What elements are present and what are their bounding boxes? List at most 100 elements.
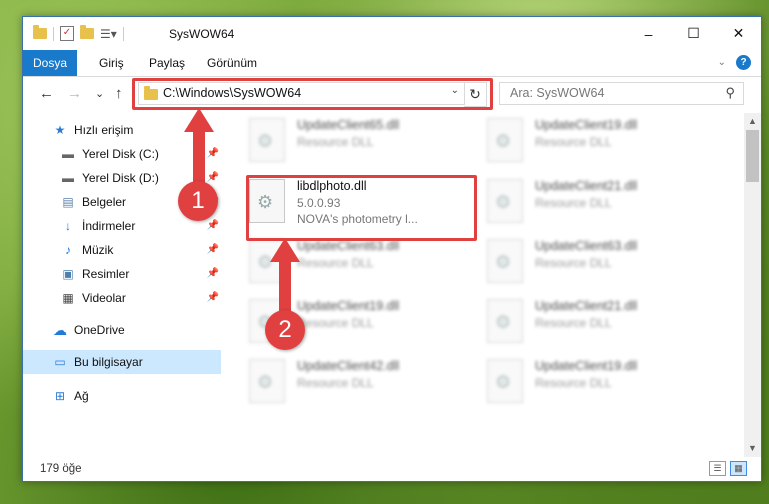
scroll-thumb[interactable] xyxy=(746,130,759,182)
tab-giris[interactable]: Giriş xyxy=(99,50,124,76)
expand-ribbon-icon[interactable]: ⌄ xyxy=(718,57,726,68)
file-name: UpdateClient65.dll xyxy=(297,118,400,132)
help-icon[interactable]: ? xyxy=(736,55,751,70)
file-list: UpdateClient65.dll Resource DLL libdlpho… xyxy=(223,113,738,457)
file-item[interactable]: UpdateClient63.dll Resource DLL xyxy=(487,239,717,289)
file-name: UpdateClient19.dll xyxy=(297,299,400,313)
sidebar-item-videos[interactable]: ▦ Videolar 📌 xyxy=(23,286,221,310)
ribbon-tabs: Dosya Giriş Paylaş Görünüm ⌄ ? xyxy=(23,50,761,77)
sidebar-item-onedrive[interactable]: ☁ OneDrive xyxy=(23,318,221,342)
close-button[interactable]: ✕ xyxy=(716,17,761,50)
sidebar-item-network[interactable]: ⊞ Ağ xyxy=(23,384,221,408)
toolbar-divider xyxy=(122,26,124,41)
window-title: SysWOW64 xyxy=(169,27,235,41)
properties-check-icon[interactable]: ✓ xyxy=(60,26,74,41)
sidebar-item-label: Yerel Disk (C:) xyxy=(82,147,159,161)
file-item[interactable]: UpdateClient19.dll Resource DLL xyxy=(487,359,717,409)
file-item[interactable]: UpdateClient21.dll Resource DLL xyxy=(487,299,717,349)
music-icon: ♪ xyxy=(65,243,71,257)
back-button[interactable]: ← xyxy=(39,85,54,102)
pin-icon: 📌 xyxy=(206,148,219,159)
cloud-icon: ☁ xyxy=(53,322,67,338)
file-item[interactable]: UpdateClient19.dll Resource DLL xyxy=(487,118,717,168)
sidebar-item-this-pc[interactable]: ▭ Bu bilgisayar xyxy=(23,350,221,374)
dll-file-icon xyxy=(249,239,285,283)
file-name: UpdateClient63.dll xyxy=(535,239,638,253)
file-name: UpdateClient19.dll xyxy=(535,359,638,373)
scroll-down-icon[interactable]: ▼ xyxy=(744,440,761,457)
file-type: Resource DLL xyxy=(297,256,374,270)
sidebar-item-quick-access[interactable]: ★ Hızlı erişim xyxy=(23,118,221,142)
customize-toolbar-icon[interactable]: ☰▾ xyxy=(100,27,117,41)
forward-button[interactable]: → xyxy=(67,85,82,102)
dll-file-icon xyxy=(487,179,523,223)
navigation-pane: ★ Hızlı erişim ▬ Yerel Disk (C:) 📌 ▬ Yer… xyxy=(23,113,221,457)
sidebar-item-disk-c[interactable]: ▬ Yerel Disk (C:) 📌 xyxy=(23,142,221,166)
sidebar-item-label: Ağ xyxy=(74,389,89,403)
file-item[interactable]: UpdateClient65.dll Resource DLL xyxy=(249,118,479,168)
step-badge-2: 2 xyxy=(265,310,305,350)
sidebar-item-label: Yerel Disk (D:) xyxy=(82,171,159,185)
search-placeholder: Ara: SysWOW64 xyxy=(510,86,605,100)
details-view-icon[interactable]: ☰ xyxy=(709,461,726,476)
file-name: UpdateClient63.dll xyxy=(297,239,400,253)
drive-icon: ▬ xyxy=(62,147,74,161)
tiles-view-icon[interactable]: ▦ xyxy=(730,461,747,476)
computer-icon: ▭ xyxy=(54,355,66,369)
minimize-button[interactable]: – xyxy=(626,17,671,50)
file-name: UpdateClient21.dll xyxy=(535,299,638,313)
title-bar: ✓ ☰▾ SysWOW64 – ☐ ✕ xyxy=(23,17,761,50)
sidebar-item-label: Müzik xyxy=(82,243,114,257)
sidebar-item-pictures[interactable]: ▣ Resimler 📌 xyxy=(23,262,221,286)
pictures-icon: ▣ xyxy=(62,267,74,281)
file-item[interactable]: UpdateClient21.dll Resource DLL xyxy=(487,179,717,229)
tab-dosya[interactable]: Dosya xyxy=(23,50,77,76)
dll-file-icon xyxy=(249,118,285,162)
file-type: Resource DLL xyxy=(535,256,612,270)
file-type: Resource DLL xyxy=(297,376,374,390)
star-icon: ★ xyxy=(54,123,66,137)
folder-icon xyxy=(33,25,47,39)
drive-icon: ▬ xyxy=(62,171,74,185)
dll-file-icon xyxy=(487,118,523,162)
file-item[interactable]: UpdateClient42.dll Resource DLL xyxy=(249,359,479,409)
vertical-scrollbar[interactable]: ▲ ▼ xyxy=(744,113,761,457)
pin-icon: 📌 xyxy=(206,244,219,255)
file-type: Resource DLL xyxy=(535,316,612,330)
search-icon[interactable]: ⚲ xyxy=(725,85,735,101)
file-type: Resource DLL xyxy=(535,135,612,149)
dll-file-icon xyxy=(487,299,523,343)
tab-paylas[interactable]: Paylaş xyxy=(149,50,185,76)
pin-icon: 📌 xyxy=(206,292,219,303)
file-type: Resource DLL xyxy=(535,196,612,210)
file-item[interactable]: UpdateClient63.dll Resource DLL xyxy=(249,239,479,289)
file-highlight xyxy=(246,175,477,241)
file-name: UpdateClient21.dll xyxy=(535,179,638,193)
network-icon: ⊞ xyxy=(54,389,66,403)
dll-file-icon xyxy=(487,239,523,283)
download-icon: ↓ xyxy=(65,219,71,233)
up-button[interactable]: ↑ xyxy=(115,85,123,102)
address-bar-highlight xyxy=(132,78,493,110)
videos-icon: ▦ xyxy=(62,291,74,305)
file-type: Resource DLL xyxy=(297,316,374,330)
item-count: 179 öğe xyxy=(40,463,82,475)
new-folder-icon[interactable] xyxy=(80,25,94,39)
toolbar-divider xyxy=(53,26,54,41)
quick-access-toolbar: ✓ ☰▾ xyxy=(33,25,124,41)
maximize-button[interactable]: ☐ xyxy=(671,17,716,50)
scroll-up-icon[interactable]: ▲ xyxy=(744,113,761,130)
pin-icon: 📌 xyxy=(206,268,219,279)
recent-locations-button[interactable]: ⌄ xyxy=(95,87,104,100)
dll-file-icon xyxy=(249,359,285,403)
status-bar: 179 öğe ☰ ▦ xyxy=(23,457,761,481)
file-name: UpdateClient42.dll xyxy=(297,359,400,373)
search-input[interactable]: Ara: SysWOW64 ⚲ xyxy=(499,82,744,105)
sidebar-item-music[interactable]: ♪ Müzik 📌 xyxy=(23,238,221,262)
tab-gorunum[interactable]: Görünüm xyxy=(207,50,257,76)
sidebar-item-label: İndirmeler xyxy=(82,219,136,233)
sidebar-item-label: Resimler xyxy=(82,267,130,281)
sidebar-item-label: OneDrive xyxy=(74,323,125,337)
file-type: Resource DLL xyxy=(535,376,612,390)
dll-file-icon xyxy=(487,359,523,403)
